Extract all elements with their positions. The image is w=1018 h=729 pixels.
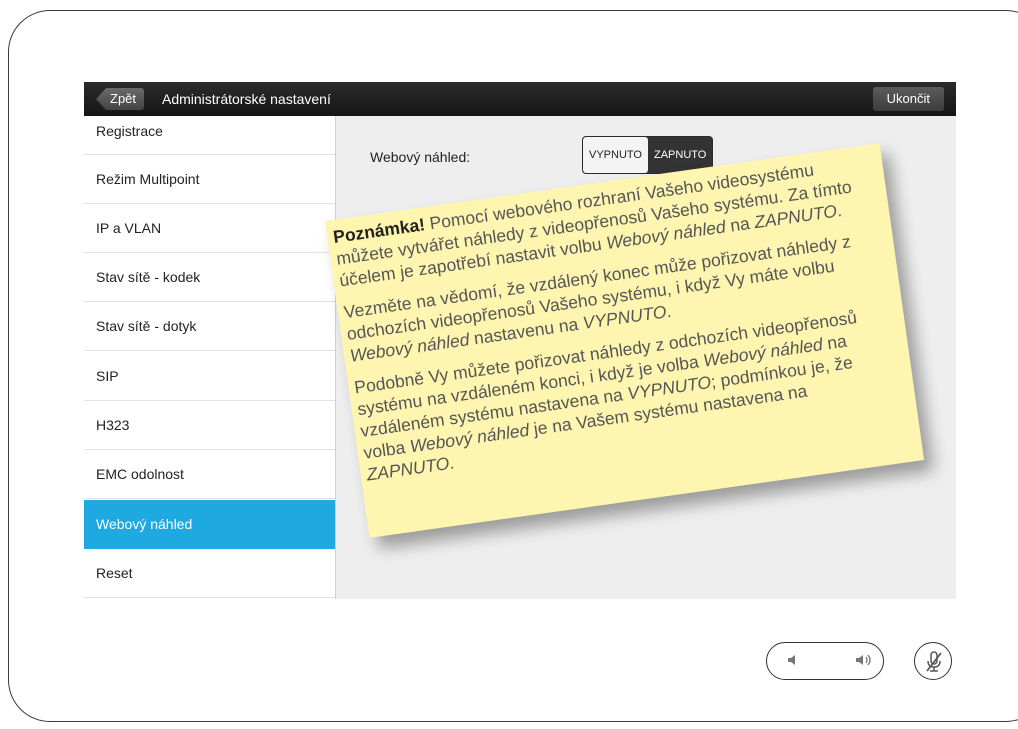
microphone-muted-icon [923,650,945,679]
microphone-mute-button[interactable] [914,642,952,680]
menu-item-rezim-multipoint[interactable]: Režim Multipoint [84,155,335,204]
web-snapshot-label: Webový náhled: [370,149,471,165]
settings-menu: Registrace Režim Multipoint IP a VLAN St… [84,116,336,599]
speaker-low-icon[interactable] [787,652,801,671]
note-text-span: . [447,452,456,473]
menu-item-webovy-nahled[interactable]: Webový náhled [84,500,335,549]
menu-item-reset[interactable]: Reset [84,549,335,598]
menu-item-ip-vlan[interactable]: IP a VLAN [84,204,335,253]
top-bar: Zpět Administrátorské nastavení Ukončit [84,82,956,116]
menu-item-emc-odolnost[interactable]: EMC odolnost [84,450,335,499]
menu-item-stav-site-kodek[interactable]: Stav sítě - kodek [84,253,335,302]
menu-item-stav-site-dotyk[interactable]: Stav sítě - dotyk [84,302,335,351]
menu-item-sip[interactable]: SIP [84,352,335,401]
note-text-span: . [835,200,844,221]
speaker-high-icon[interactable] [855,652,873,671]
note-text-span: . [664,300,673,322]
volume-control[interactable] [766,642,884,680]
toggle-off-option[interactable]: VYPNUTO [583,137,648,173]
page-title: Administrátorské nastavení [162,91,331,107]
menu-item-h323[interactable]: H323 [84,401,335,450]
menu-item-registrace[interactable]: Registrace [84,116,335,155]
exit-button[interactable]: Ukončit [872,87,944,111]
note-text-span: na [724,212,756,237]
back-button[interactable]: Zpět [96,88,145,110]
